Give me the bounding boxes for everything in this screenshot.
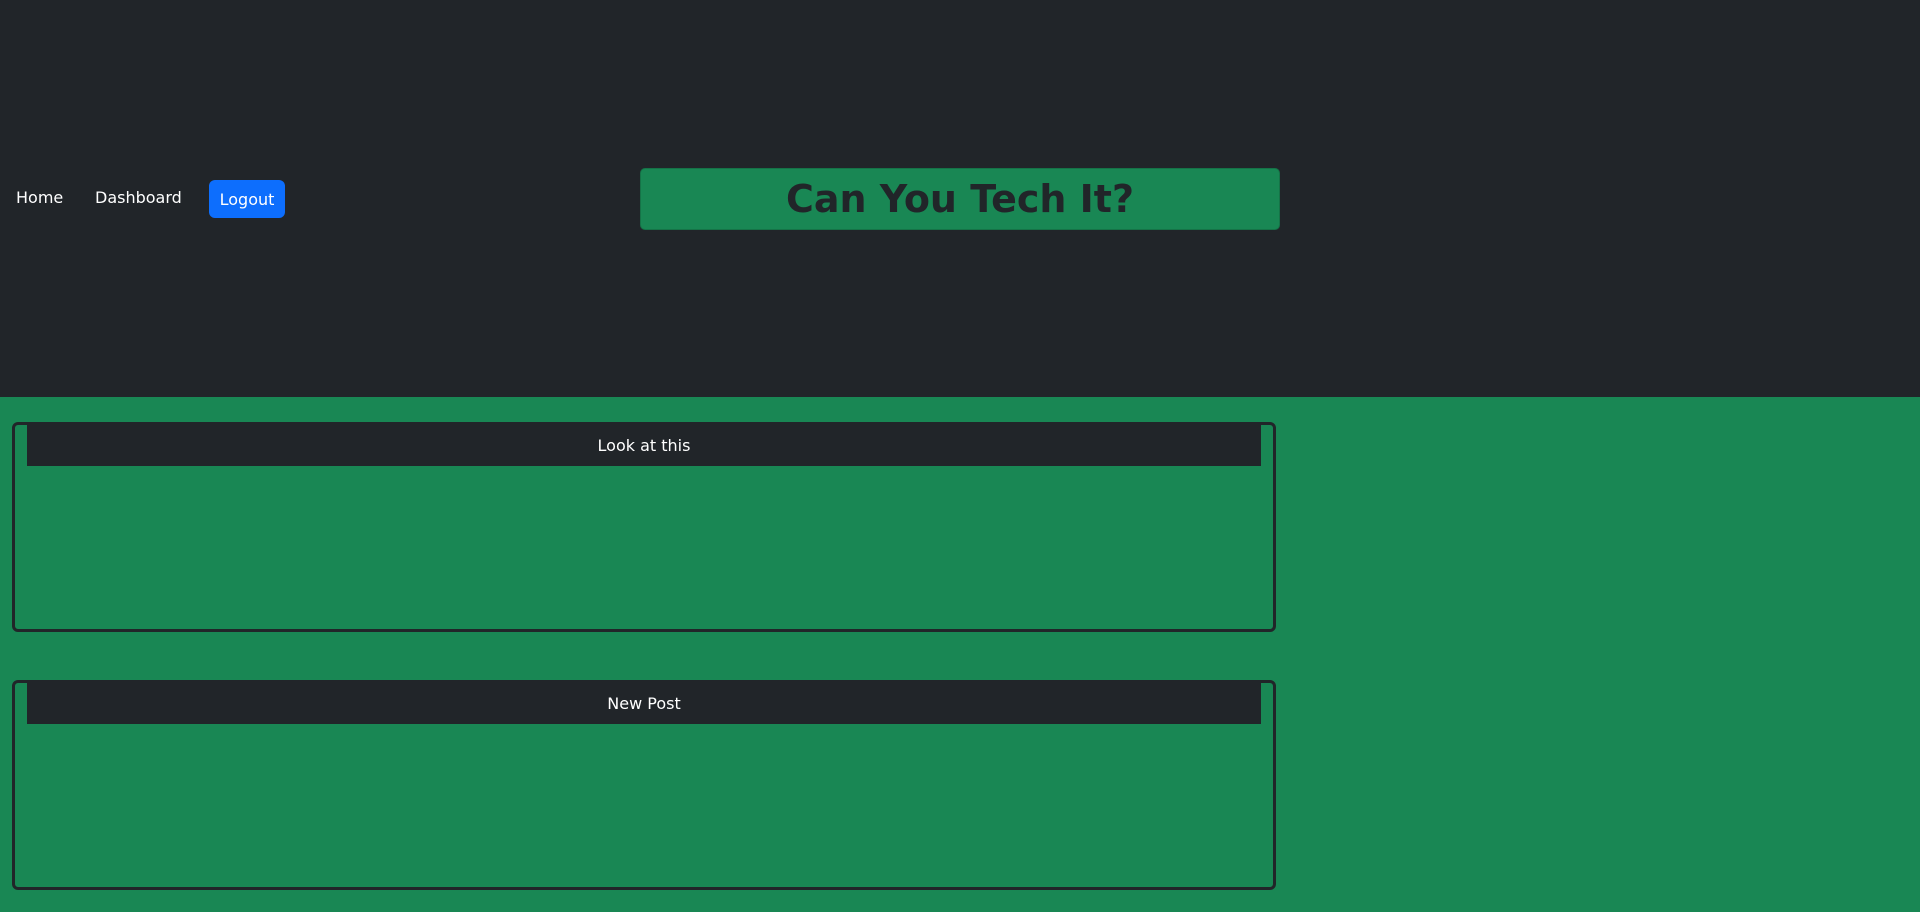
logout-button[interactable]: Logout xyxy=(209,180,285,218)
site-header: Home Dashboard Logout Can You Tech It? xyxy=(0,0,1920,397)
site-title-box: Can You Tech It? xyxy=(640,168,1280,230)
post-title[interactable]: Look at this xyxy=(27,425,1261,466)
post-card: New Post xyxy=(12,680,1276,890)
post-title[interactable]: New Post xyxy=(27,683,1261,724)
site-title: Can You Tech It? xyxy=(785,177,1135,221)
post-card: Look at this xyxy=(12,422,1276,632)
nav-dashboard-link[interactable]: Dashboard xyxy=(95,188,182,207)
nav-home-link[interactable]: Home xyxy=(16,188,63,207)
